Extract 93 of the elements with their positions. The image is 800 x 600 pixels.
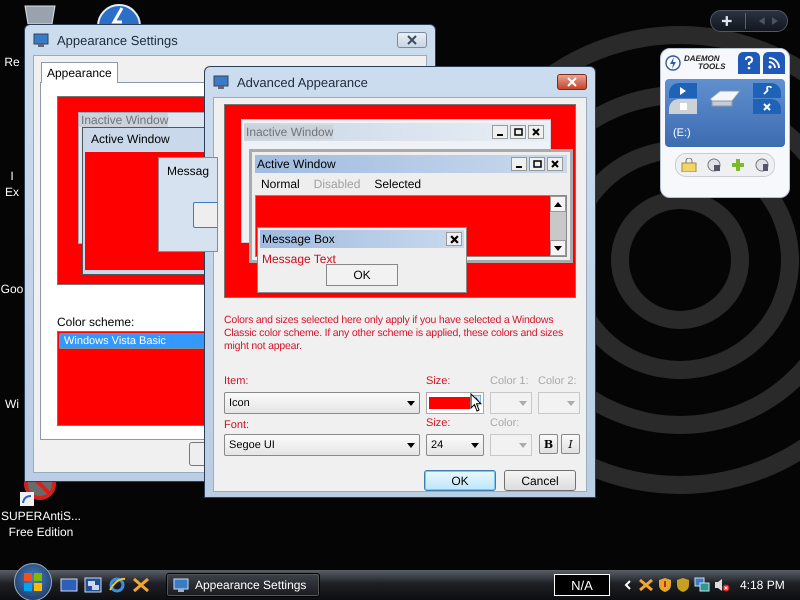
font-size-select[interactable]: 24 xyxy=(426,434,484,456)
wrench-icon xyxy=(762,86,772,95)
minimize-icon xyxy=(511,157,527,171)
close-icon xyxy=(446,232,462,246)
caret-icon xyxy=(519,442,527,448)
lock-folder-icon[interactable] xyxy=(681,158,697,172)
shield-icon[interactable] xyxy=(676,577,690,593)
feed-icon xyxy=(768,57,780,69)
brand-logo-text: DAEMON TOOLS xyxy=(684,55,726,71)
taskbar-button[interactable]: Appearance Settings xyxy=(166,573,320,597)
tab[interactable]: Appearance xyxy=(41,62,118,83)
settings-button[interactable] xyxy=(753,83,781,98)
chevron-left-icon[interactable] xyxy=(624,580,632,590)
start-button[interactable] xyxy=(14,563,52,600)
font-select[interactable]: Segoe UI xyxy=(224,434,420,456)
field-label: Color 1: xyxy=(490,375,530,389)
desktop-icon-label[interactable]: Wi xyxy=(5,396,19,412)
field-label: Size: xyxy=(426,417,452,431)
minimize-icon xyxy=(492,125,508,139)
status-indicator: N/A xyxy=(554,574,610,596)
caret-icon xyxy=(407,400,415,406)
disc-icon[interactable] xyxy=(707,158,721,172)
field-label: Color: xyxy=(490,417,520,431)
cross-icon[interactable] xyxy=(132,577,150,593)
window-title: Inactive Window xyxy=(79,113,168,127)
window-title: Message Box xyxy=(261,232,335,246)
desktop-icon-label[interactable]: Ex xyxy=(4,184,19,200)
close-icon xyxy=(566,77,578,87)
browser-icon[interactable] xyxy=(108,576,126,594)
caret-icon xyxy=(519,400,527,406)
drive-icon xyxy=(708,89,742,109)
down-arrow-icon xyxy=(554,246,562,250)
stop-icon xyxy=(680,103,686,110)
desktop-icon-label[interactable]: Re xyxy=(4,54,20,70)
monitor-icon xyxy=(33,32,49,48)
play-icon xyxy=(679,86,687,94)
shield-warning-icon[interactable] xyxy=(658,577,672,593)
window-title: Messag xyxy=(166,164,210,178)
desktop-icon-label[interactable]: Goo xyxy=(0,281,24,297)
desktop-icon[interactable] xyxy=(60,578,78,592)
up-arrow-icon xyxy=(554,202,562,206)
window-title: Appearance Settings xyxy=(57,32,179,48)
question-icon xyxy=(744,56,754,70)
maximize-icon xyxy=(529,157,545,171)
drive-label: (E:) xyxy=(673,127,691,139)
field-label: Item: xyxy=(224,375,250,389)
cross-icon[interactable] xyxy=(638,578,654,592)
message-text: Message Text xyxy=(262,252,336,266)
remove-button[interactable] xyxy=(753,99,781,114)
color-picker[interactable] xyxy=(490,392,532,414)
muted-speaker-icon[interactable] xyxy=(714,577,730,593)
caret-icon xyxy=(471,442,479,448)
lightning-icon xyxy=(665,55,681,71)
desktop-icon-label[interactable]: Free Edition xyxy=(8,524,74,540)
color-picker[interactable] xyxy=(538,392,580,414)
window-title: Active Window xyxy=(256,157,336,171)
window-title: Inactive Window xyxy=(244,125,334,139)
close-icon xyxy=(406,35,418,45)
caret-icon xyxy=(567,400,575,406)
color-picker[interactable] xyxy=(490,434,532,456)
monitor-icon xyxy=(173,578,189,592)
stop-button[interactable] xyxy=(669,99,697,114)
disc-icon[interactable] xyxy=(755,158,769,172)
windows-logo-icon xyxy=(23,572,43,592)
window-title: Active Window xyxy=(90,132,170,146)
item-select[interactable]: Icon xyxy=(224,392,420,414)
help-button[interactable] xyxy=(738,52,760,74)
caret-icon xyxy=(407,442,415,448)
close-icon xyxy=(528,125,544,139)
windows-stack-icon[interactable] xyxy=(84,577,102,593)
feed-button[interactable] xyxy=(763,52,785,74)
window-title: Advanced Appearance xyxy=(237,74,369,90)
italic-button[interactable]: I xyxy=(561,434,580,454)
bold-button[interactable]: B xyxy=(539,434,558,454)
desktop-icon-label[interactable]: I xyxy=(10,168,14,184)
field-label: Size: xyxy=(426,375,452,389)
network-icon[interactable] xyxy=(694,577,710,593)
size-spin-field[interactable] xyxy=(426,392,484,414)
close-button[interactable] xyxy=(557,74,587,90)
clock-time: 4:18 PM xyxy=(740,578,785,592)
maximize-icon xyxy=(510,125,526,139)
monitor-icon xyxy=(213,74,229,90)
close-icon xyxy=(547,157,563,171)
dialog-button[interactable]: OK xyxy=(424,470,496,491)
close-icon xyxy=(763,102,771,110)
dialog-button[interactable]: Cancel xyxy=(504,470,576,491)
close-button[interactable] xyxy=(397,32,427,48)
play-button[interactable] xyxy=(669,83,697,98)
desktop-icon-label[interactable]: SUPERAntiS... xyxy=(0,508,82,524)
field-label: Color scheme: xyxy=(57,315,134,330)
field-label: Color 2: xyxy=(538,375,578,389)
mouse-pointer-icon xyxy=(470,393,482,412)
menu-item: Disabled xyxy=(314,177,360,191)
